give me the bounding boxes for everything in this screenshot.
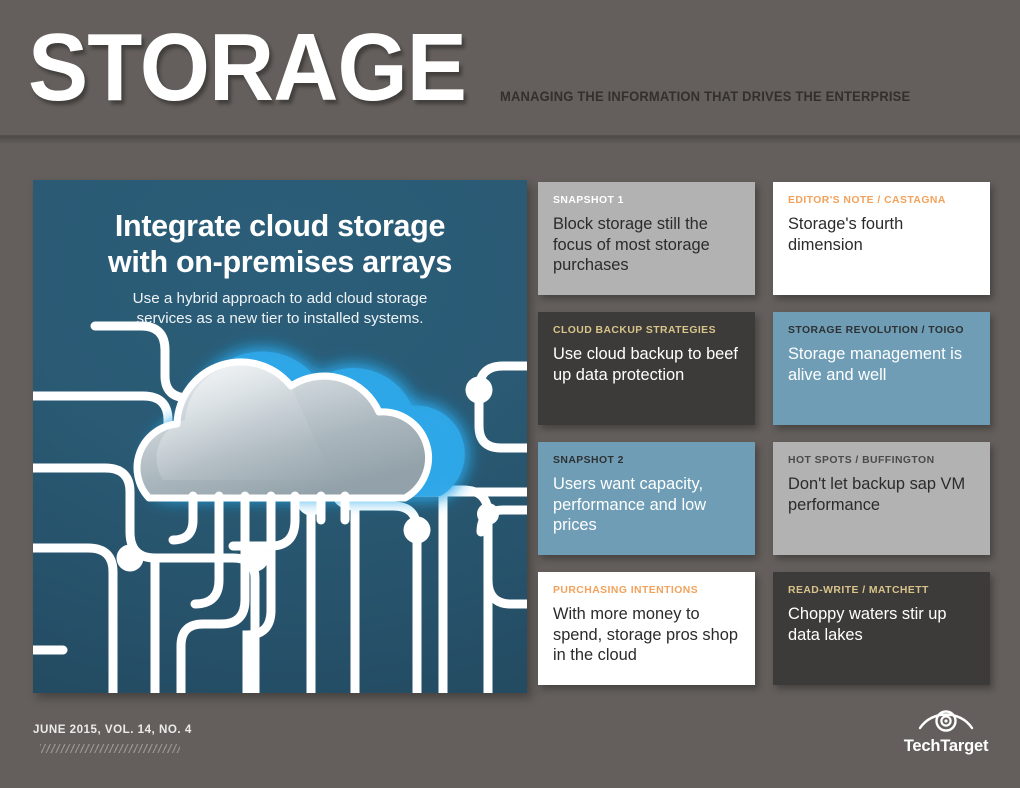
techtarget-logo[interactable]: TechTarget xyxy=(900,707,992,756)
magazine-tagline: MANAGING THE INFORMATION THAT DRIVES THE… xyxy=(499,89,911,104)
card-headline: Block storage still the focus of most st… xyxy=(553,215,710,274)
card-headline: Users want capacity, performance and low… xyxy=(553,475,707,534)
masthead: STORAGE MANAGING THE INFORMATION THAT DR… xyxy=(0,0,1020,144)
card-kicker: SNAPSHOT 1 xyxy=(553,195,624,206)
magazine-cover-page: STORAGE MANAGING THE INFORMATION THAT DR… xyxy=(0,0,1020,788)
card-headline: Storage's fourth dimension xyxy=(788,215,904,254)
card-kicker: HOT SPOTS / BUFFINGTON xyxy=(788,455,935,466)
card-headline: Don't let backup sap VM performance xyxy=(788,475,966,514)
cover-headline-line1: Integrate cloud storage xyxy=(114,209,446,243)
footer: JUNE 2015, VOL. 14, NO. 4 TechTarget xyxy=(0,693,1020,788)
article-card-read-write[interactable]: READ-WRITE / MATCHETT Choppy waters stir… xyxy=(773,572,990,685)
card-kicker: STORAGE REVOLUTION / TOIGO xyxy=(788,325,964,336)
cover-subhead-line1: Use a hybrid approach to add cloud stora… xyxy=(132,290,428,307)
issue-line: JUNE 2015, VOL. 14, NO. 4 xyxy=(33,723,192,736)
hatch-rule xyxy=(40,744,180,753)
card-headline: Storage management is alive and well xyxy=(788,345,963,384)
cover-headline-line2: with on-premises arrays xyxy=(108,245,452,279)
card-kicker: READ-WRITE / MATCHETT xyxy=(788,585,929,596)
card-kicker: PURCHASING INTENTIONS xyxy=(553,585,699,596)
techtarget-wordmark: TechTarget xyxy=(903,737,989,755)
magazine-title: STORAGE xyxy=(28,14,467,121)
cover-subhead-line2: services as a new tier to installed syst… xyxy=(136,310,424,327)
eye-target-icon xyxy=(918,710,974,732)
card-headline: With more money to spend, storage pros s… xyxy=(553,605,738,664)
article-card-purchasing-intentions[interactable]: PURCHASING INTENTIONS With more money to… xyxy=(538,572,755,685)
card-kicker: EDITOR'S NOTE / CASTAGNA xyxy=(788,195,946,206)
article-card-editors-note[interactable]: EDITOR'S NOTE / CASTAGNA Storage's fourt… xyxy=(773,182,990,295)
card-headline: Choppy waters stir up data lakes xyxy=(788,605,947,644)
article-card-storage-revolution[interactable]: STORAGE REVOLUTION / TOIGO Storage manag… xyxy=(773,312,990,425)
article-card-hot-spots[interactable]: HOT SPOTS / BUFFINGTON Don't let backup … xyxy=(773,442,990,555)
card-kicker: SNAPSHOT 2 xyxy=(553,455,624,466)
article-card-cloud-backup-strategies[interactable]: CLOUD BACKUP STRATEGIES Use cloud backup… xyxy=(538,312,755,425)
masthead-logo-row: STORAGE MANAGING THE INFORMATION THAT DR… xyxy=(28,20,927,116)
cover-feature-panel[interactable]: Integrate cloud storage with on-premises… xyxy=(33,180,527,693)
article-card-snapshot-2[interactable]: SNAPSHOT 2 Users want capacity, performa… xyxy=(538,442,755,555)
cover-text-block: Integrate cloud storage with on-premises… xyxy=(33,208,527,329)
article-card-grid: SNAPSHOT 1 Block storage still the focus… xyxy=(538,182,990,695)
card-kicker: CLOUD BACKUP STRATEGIES xyxy=(553,325,716,336)
card-headline: Use cloud backup to beef up data protect… xyxy=(553,345,738,384)
article-card-snapshot-1[interactable]: SNAPSHOT 1 Block storage still the focus… xyxy=(538,182,755,295)
